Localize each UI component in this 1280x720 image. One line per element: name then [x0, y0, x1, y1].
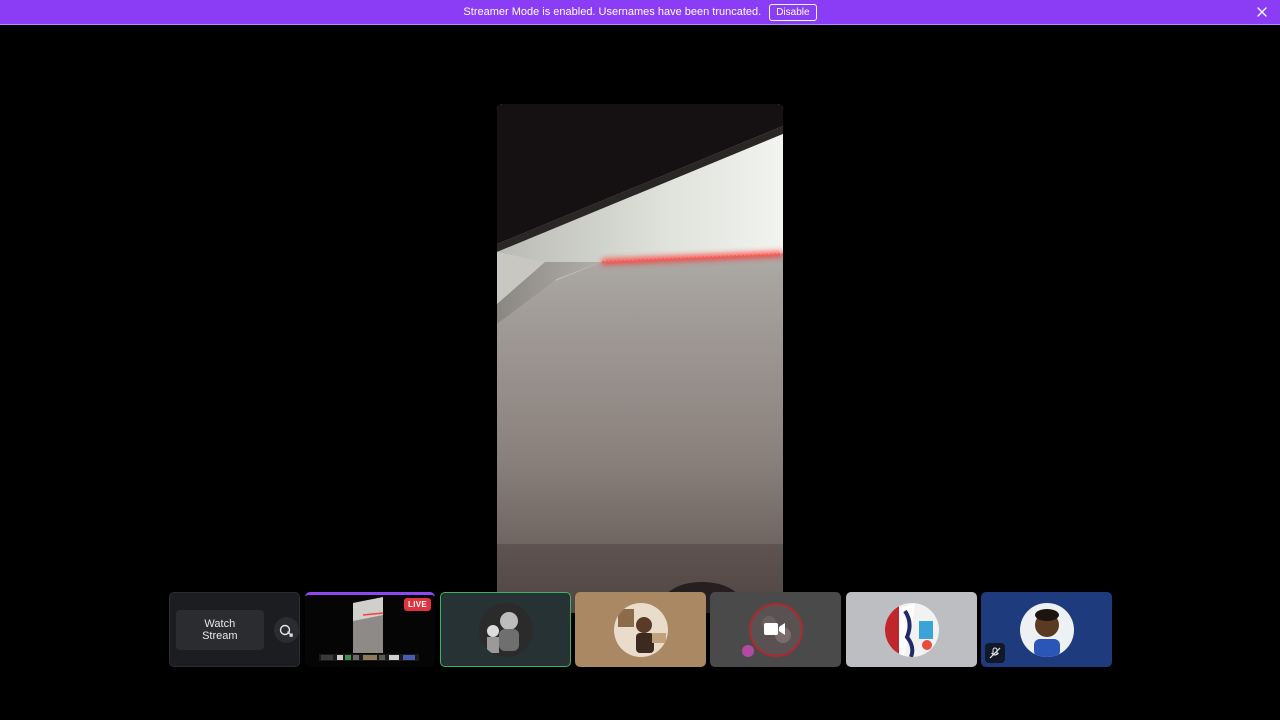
- close-icon[interactable]: [1256, 6, 1268, 18]
- participant-tile[interactable]: [846, 592, 977, 667]
- avatar: [884, 602, 939, 657]
- streamer-mode-message: Streamer Mode is enabled. Usernames have…: [463, 6, 762, 18]
- camera-off-icon: [764, 623, 785, 635]
- popout-icon: [280, 624, 294, 637]
- stream-preview-tile[interactable]: LIVE: [305, 592, 435, 667]
- avatar: [478, 602, 533, 657]
- participant-tiles: Watch Stream LIVE: [169, 592, 1114, 667]
- participant-tile[interactable]: [440, 592, 571, 667]
- streamer-mode-bar: Streamer Mode is enabled. Usernames have…: [0, 0, 1280, 25]
- mute-icon: [985, 643, 1005, 663]
- popout-button[interactable]: [273, 616, 299, 643]
- watch-stream-tile: Watch Stream: [169, 592, 300, 667]
- participant-tile[interactable]: [981, 592, 1112, 667]
- status-indicator: [742, 645, 754, 657]
- live-badge: LIVE: [404, 598, 431, 611]
- watch-stream-button[interactable]: Watch Stream: [176, 609, 264, 650]
- disable-streamer-mode-button[interactable]: Disable: [769, 3, 817, 21]
- avatar: [1019, 602, 1074, 657]
- focused-video[interactable]: [497, 104, 783, 613]
- avatar: [613, 602, 668, 657]
- video-frame: [497, 104, 783, 613]
- call-stage: Watch Stream LIVE: [0, 26, 1280, 720]
- participant-tile[interactable]: [575, 592, 706, 667]
- participant-tile[interactable]: [710, 592, 841, 667]
